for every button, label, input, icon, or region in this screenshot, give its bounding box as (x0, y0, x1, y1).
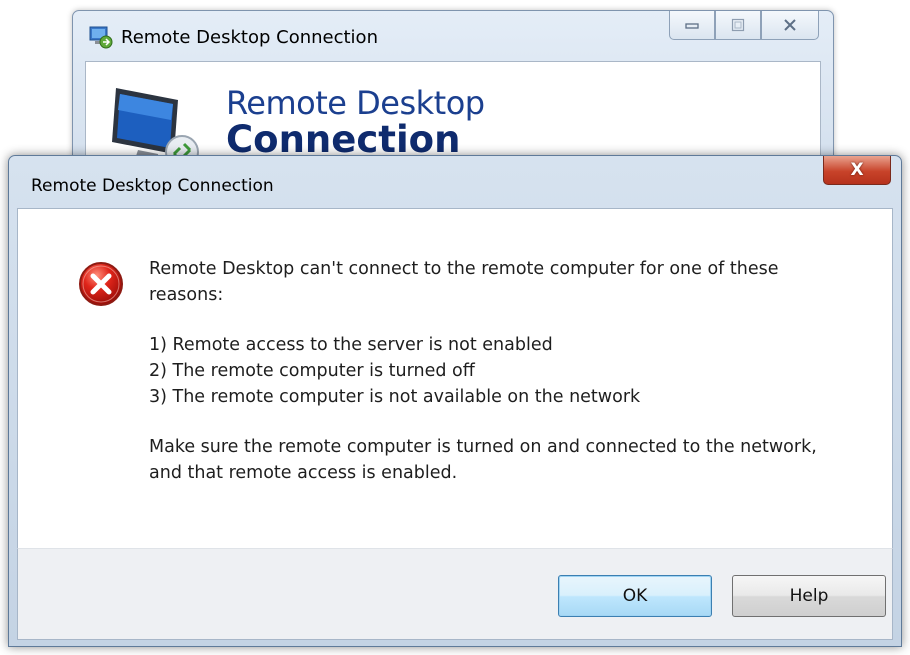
background-close-button[interactable] (761, 11, 819, 40)
maximize-button[interactable] (715, 11, 761, 40)
reason-item: 2) The remote computer is turned off (149, 361, 475, 381)
background-window-titlebar[interactable]: Remote Desktop Connection (73, 11, 833, 59)
caption-buttons (669, 11, 819, 41)
maximize-icon (731, 18, 745, 32)
error-dialog: Remote Desktop Connection X Remote Deskt… (8, 155, 902, 647)
error-icon (79, 262, 123, 306)
dialog-title: Remote Desktop Connection (31, 176, 274, 196)
message-intro: Remote Desktop can't connect to the remo… (149, 259, 779, 305)
minimize-icon (685, 23, 699, 29)
dialog-close-button[interactable]: X (823, 156, 891, 185)
ok-button[interactable]: OK (558, 575, 712, 617)
dialog-titlebar[interactable]: Remote Desktop Connection X (9, 156, 901, 208)
reason-item: 1) Remote access to the server is not en… (149, 335, 553, 355)
background-window-title: Remote Desktop Connection (121, 27, 378, 48)
minimize-button[interactable] (669, 11, 715, 40)
close-icon (784, 19, 796, 31)
remote-desktop-app-icon (89, 26, 113, 49)
close-icon: X (850, 160, 864, 180)
reason-item: 3) The remote computer is not available … (149, 387, 641, 407)
banner-title: Remote Desktop (226, 84, 485, 122)
dialog-body: Remote Desktop can't connect to the remo… (17, 208, 893, 549)
error-message: Remote Desktop can't connect to the remo… (149, 256, 849, 486)
help-button[interactable]: Help (732, 575, 886, 617)
message-advice: Make sure the remote computer is turned … (149, 437, 817, 483)
dialog-footer: OK Help (17, 548, 893, 640)
